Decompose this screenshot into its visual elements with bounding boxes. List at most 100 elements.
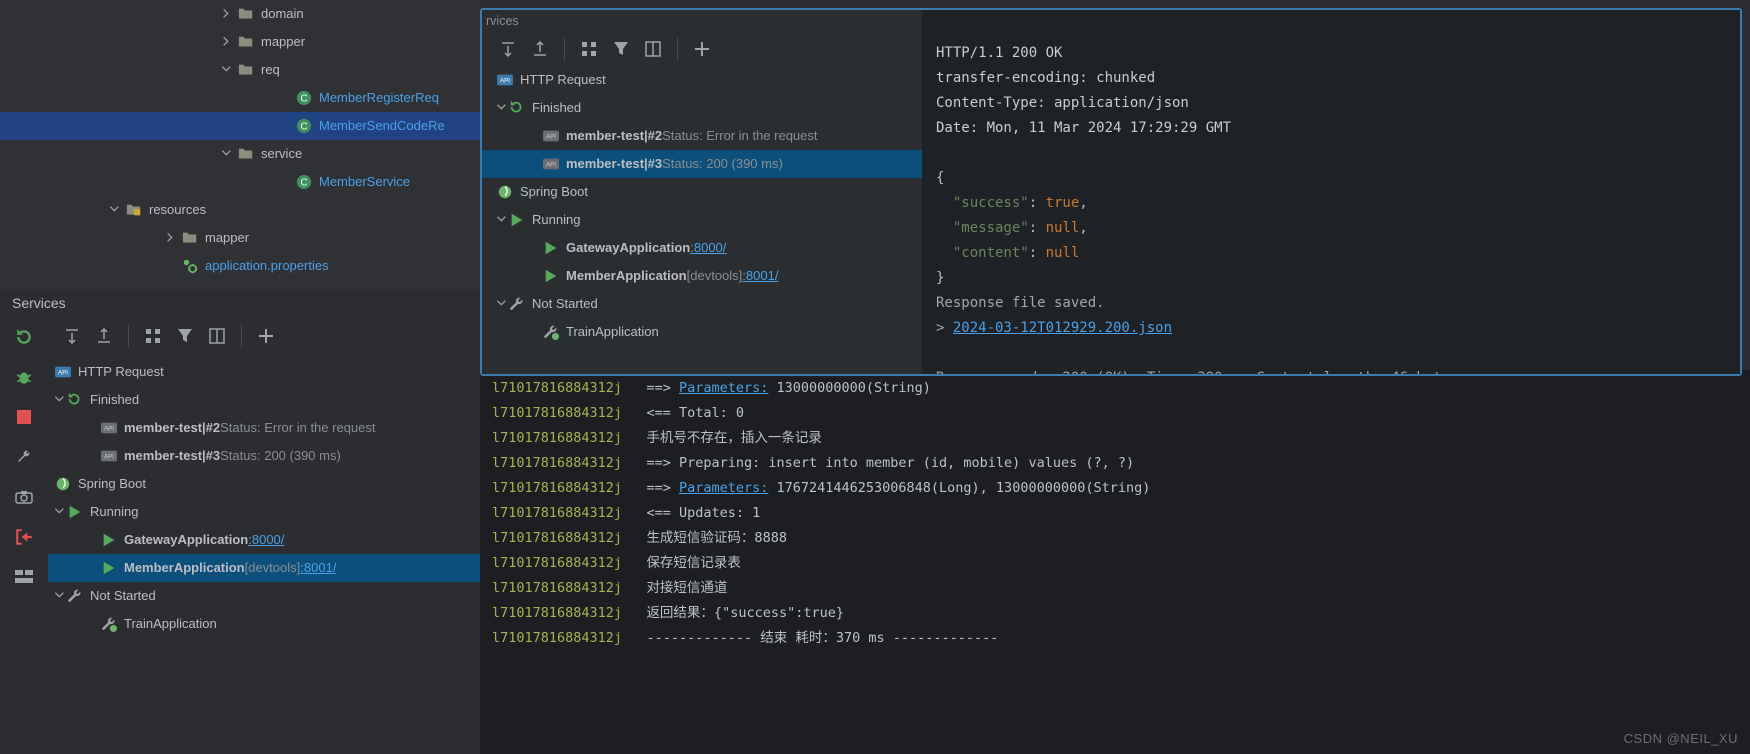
svc-label: Not Started [532,294,598,314]
app-name: MemberApplication [124,558,245,578]
tree-item-label: mapper [205,228,249,248]
log-prefix: l71017816884312j [492,480,622,496]
tree-item[interactable]: domain [0,0,480,28]
svc-row[interactable]: GatewayApplication :8000/ [48,526,480,554]
log-line: l71017816884312j 返回结果：{"success":true} [492,601,1738,626]
app-port[interactable]: :8000/ [248,530,284,550]
play-icon [66,503,84,521]
wrench-icon[interactable] [13,446,35,468]
folder-icon [237,5,255,23]
app-name: GatewayApplication [566,238,690,258]
tree-item[interactable]: MemberRegisterReq [0,84,480,112]
add-icon[interactable] [690,37,714,61]
log-line: l71017816884312j ==> Parameters: 1767241… [492,476,1738,501]
tree-item[interactable]: MemberSendCodeRe [0,112,480,140]
svc-row[interactable]: member-test | #3 Status: 200 (390 ms) [482,150,922,178]
resp-line: Date: Mon, 11 Mar 2024 17:29:29 GMT [936,120,1231,136]
svc-row[interactable]: member-test | #2 Status: Error in the re… [482,122,922,150]
log-link[interactable]: Parameters: [679,380,768,396]
svc-row[interactable]: member-test | #3 Status: 200 (390 ms) [48,442,480,470]
request-name: member-test [124,446,202,466]
request-num: #3 [648,154,662,174]
group-by-icon[interactable] [577,37,601,61]
layout-toggle-icon[interactable] [641,37,665,61]
services-title-label: Services [12,293,66,314]
tree-item[interactable]: resources [0,196,480,224]
tree-item-label: MemberService [319,172,410,192]
svc-row[interactable]: Running [48,498,480,526]
svc-row[interactable]: Spring Boot [48,470,480,498]
json-key: "message" [953,220,1029,236]
svc-row[interactable]: Not Started [48,582,480,610]
bug-icon[interactable] [13,366,35,388]
layout-icon[interactable] [13,566,35,588]
svc-row[interactable]: Spring Boot [482,178,922,206]
app-port[interactable]: :8001/ [742,266,778,286]
chevron-right-icon [220,7,234,21]
svc-row[interactable]: MemberApplication [devtools] :8001/ [48,554,480,582]
collapse-all-icon[interactable] [528,37,552,61]
app-name: TrainApplication [566,322,659,342]
app-devtools: [devtools] [687,266,743,286]
tree-item-label: mapper [261,32,305,52]
svc-row[interactable]: HTTP Request [482,66,922,94]
svc-label: Running [532,210,580,230]
request-status: Status: 200 (390 ms) [662,154,783,174]
svc-row[interactable]: Not Started [482,290,922,318]
request-status: Status: Error in the request [220,418,375,438]
svc-row[interactable]: Finished [482,94,922,122]
stop-icon[interactable] [13,406,35,428]
app-name: GatewayApplication [124,530,248,550]
resp-line: HTTP/1.1 200 OK [936,45,1062,61]
console-output[interactable]: l71017816884312j ==> Parameters: 1300000… [480,370,1750,754]
tree-item[interactable]: mapper [0,224,480,252]
svc-row[interactable]: HTTP Request [48,358,480,386]
request-num: #3 [206,446,220,466]
svc-row[interactable]: TrainApplication [482,318,922,346]
expand-all-icon[interactable] [60,324,84,348]
log-prefix: l71017816884312j [492,455,622,471]
app-port[interactable]: :8001/ [300,558,336,578]
tree-item[interactable]: application.properties [0,252,480,280]
chevron-none-icon [278,119,292,133]
resp-saved-link[interactable]: 2024-03-12T012929.200.json [953,320,1172,336]
svc-row[interactable]: GatewayApplication :8000/ [482,234,922,262]
svc-row[interactable]: MemberApplication [devtools] :8001/ [482,262,922,290]
camera-icon[interactable] [13,486,35,508]
tree-item[interactable]: MemberService [0,168,480,196]
tree-item[interactable]: req [0,56,480,84]
play-icon [100,531,118,549]
filter-icon[interactable] [173,324,197,348]
rerun-icon[interactable] [13,326,35,348]
log-prefix: l71017816884312j [492,505,622,521]
app-port[interactable]: :8000/ [690,238,726,258]
request-status: Status: 200 (390 ms) [220,446,341,466]
group-by-icon[interactable] [141,324,165,348]
svc-row[interactable]: member-test | #2 Status: Error in the re… [48,414,480,442]
resources-icon [125,201,143,219]
svc-row[interactable]: Finished [48,386,480,414]
play-icon [508,211,526,229]
svc-label: HTTP Request [520,70,606,90]
log-link[interactable]: Parameters: [679,480,768,496]
svc-row[interactable]: TrainApplication [48,610,480,638]
api-grey-icon [542,127,560,145]
log-prefix: l71017816884312j [492,530,622,546]
collapse-all-icon[interactable] [92,324,116,348]
folder-icon [237,145,255,163]
tree-item-label: req [261,60,280,80]
tree-item[interactable]: service [0,140,480,168]
add-icon[interactable] [254,324,278,348]
services-toolbar [48,316,480,356]
class-icon [295,89,313,107]
svc-row[interactable]: Running [482,206,922,234]
app-name: MemberApplication [566,266,687,286]
filter-icon[interactable] [609,37,633,61]
expand-all-icon[interactable] [496,37,520,61]
svc-label: Spring Boot [78,474,146,494]
exit-icon[interactable] [13,526,35,548]
http-response-pane[interactable]: HTTP/1.1 200 OK transfer-encoding: chunk… [922,10,1740,374]
layout-toggle-icon[interactable] [205,324,229,348]
chevron-down-icon [108,203,122,217]
tree-item[interactable]: mapper [0,28,480,56]
